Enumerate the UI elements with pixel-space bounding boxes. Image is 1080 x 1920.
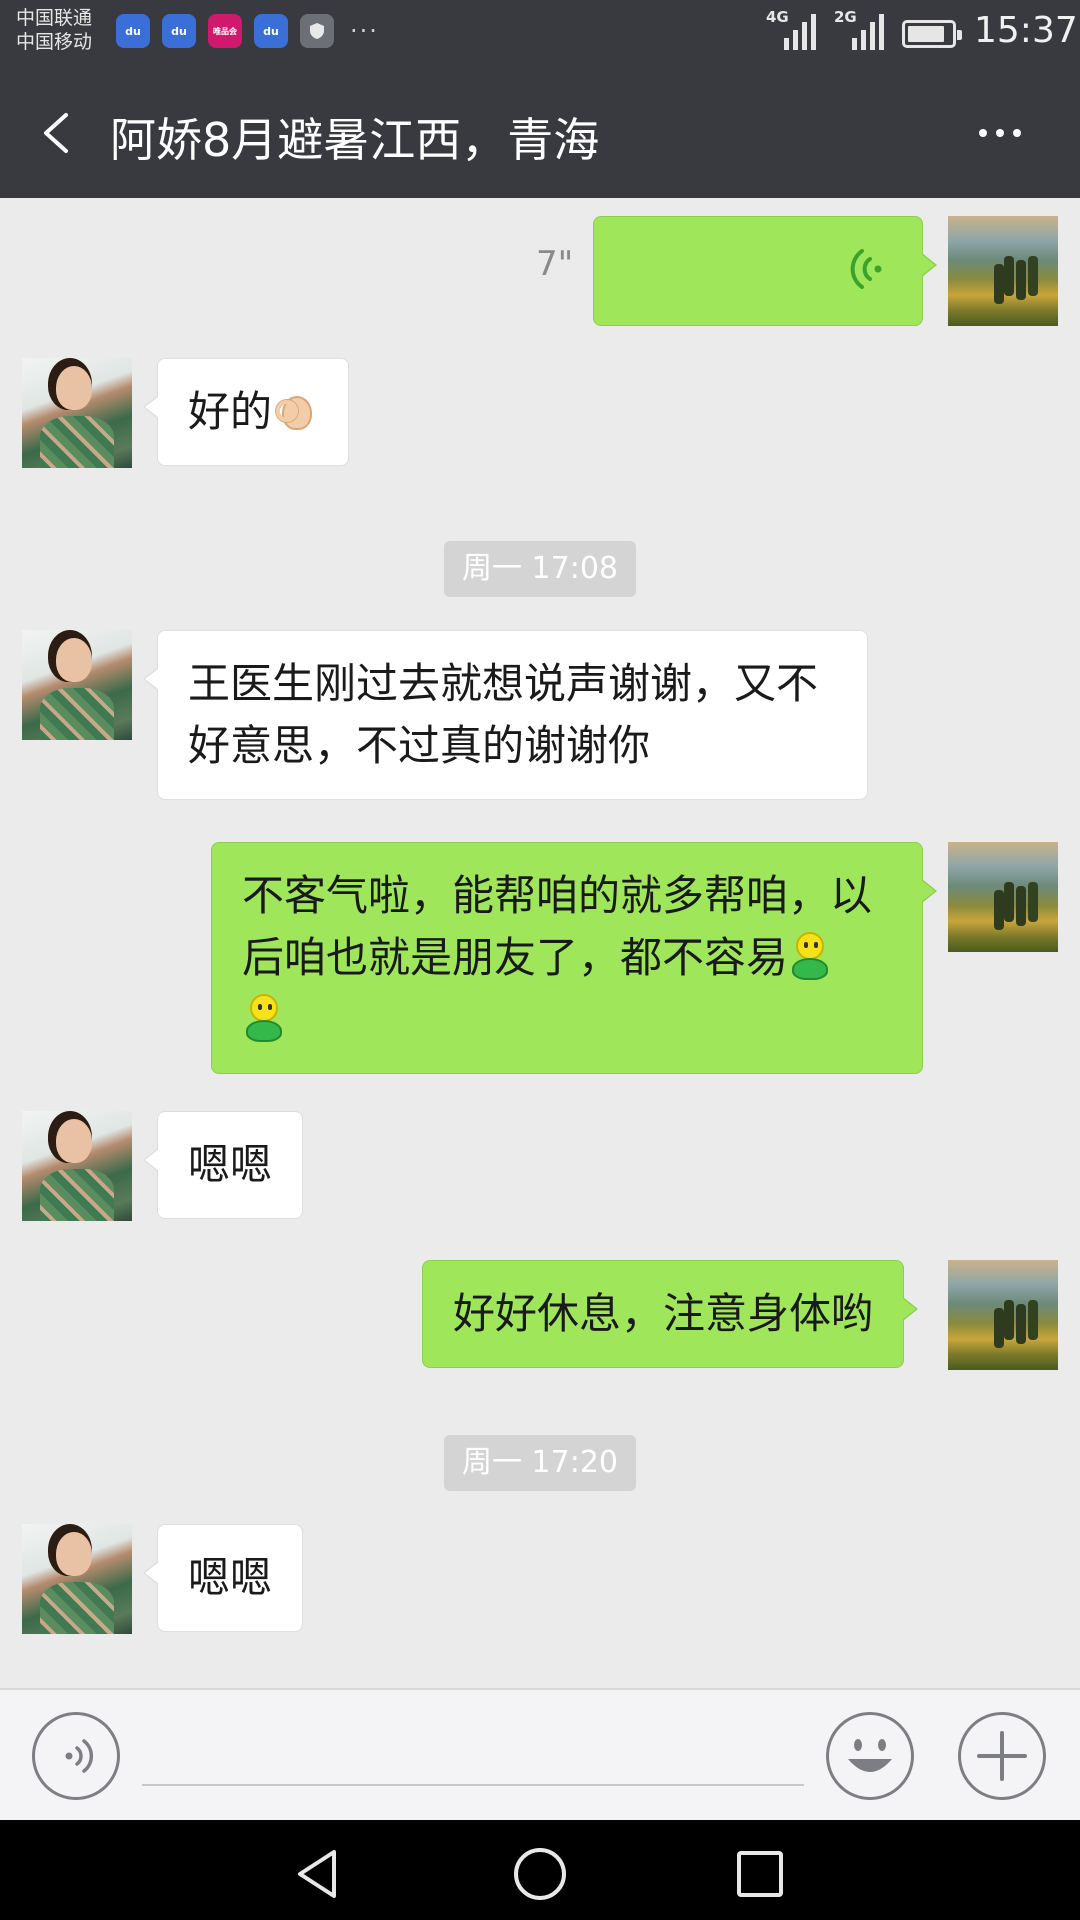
more-notifications-icon: ···	[350, 17, 379, 45]
system-nav-bar	[0, 1820, 1080, 1920]
message-text-line: 不客气啦，能帮咱的就多帮咱，以	[242, 871, 873, 920]
carrier-2: 中国移动	[16, 31, 93, 53]
back-button[interactable]	[30, 103, 90, 163]
notification-icons: du du 唯品会 du ···	[116, 14, 379, 48]
timestamp: 周一 17:08	[444, 541, 636, 597]
signal-2g-icon: 2G	[834, 8, 884, 50]
nav-home-button[interactable]	[510, 1844, 570, 1904]
voice-input-button[interactable]	[32, 1712, 120, 1800]
emoji-button[interactable]	[826, 1712, 914, 1800]
nav-back-button[interactable]	[290, 1844, 350, 1904]
battery-icon	[902, 20, 962, 48]
message-text-line: 王医生刚过去就想说声谢谢，又不	[188, 659, 819, 708]
chat-header: 阿娇8月避暑江西，青海	[0, 68, 1080, 198]
contact-avatar[interactable]	[22, 358, 132, 468]
message-text-line: 后咱也就是朋友了，都不容易	[242, 933, 789, 982]
contact-avatar[interactable]	[22, 1111, 132, 1221]
input-bar	[0, 1688, 1080, 1820]
message-bubble[interactable]: 嗯嗯	[142, 1111, 304, 1219]
network-2g-label: 2G	[834, 8, 857, 26]
contact-avatar[interactable]	[22, 1524, 132, 1634]
dot-icon	[979, 129, 987, 137]
message-text-line: 好意思，不过真的谢谢你	[188, 721, 651, 770]
circle-home-icon	[514, 1848, 566, 1900]
message-bubble[interactable]: 好的	[142, 358, 350, 466]
chat-title: 阿娇8月避暑江西，青海	[110, 113, 600, 167]
baidu-paw-icon: du	[254, 14, 288, 48]
smiley-face-icon	[848, 1739, 892, 1772]
smiley-guy-emoji	[242, 994, 286, 1044]
chevron-left-icon	[44, 113, 68, 153]
voice-wave-icon	[65, 1739, 94, 1773]
battery-level	[908, 26, 944, 42]
shield-icon	[300, 14, 334, 48]
message-text: 好的	[188, 387, 273, 436]
message-bubble[interactable]: 王医生刚过去就想说声谢谢，又不 好意思，不过真的谢谢你	[143, 630, 868, 800]
triangle-back-icon	[298, 1850, 336, 1898]
smiley-guy-emoji	[788, 932, 832, 982]
voice-message-bubble[interactable]	[593, 216, 937, 326]
message-text: 嗯嗯	[188, 1140, 273, 1189]
message-text: 好好休息，注意身体哟	[453, 1289, 874, 1338]
contact-avatar[interactable]	[22, 630, 132, 740]
voice-duration: 7"	[536, 244, 574, 284]
signal-4g-icon: 4G	[766, 8, 816, 50]
vipshop-icon: 唯品会	[208, 14, 242, 48]
my-avatar[interactable]	[948, 216, 1058, 326]
ok-hand-emoji	[272, 386, 318, 432]
message-input[interactable]	[142, 1720, 804, 1786]
status-bar: 中国联通 中国移动 du du 唯品会 du ··· 4G 2G 15:37	[0, 0, 1080, 68]
square-recents-icon	[737, 1851, 783, 1897]
baidu-paw-icon: du	[116, 14, 150, 48]
carrier-info: 中国联通 中国移动	[16, 6, 92, 54]
carrier-1: 中国联通	[16, 7, 93, 29]
voice-wave-icon	[850, 249, 882, 289]
my-avatar[interactable]	[948, 842, 1058, 952]
timestamp: 周一 17:20	[444, 1435, 636, 1491]
message-text: 嗯嗯	[188, 1553, 273, 1602]
message-bubble[interactable]: 嗯嗯	[142, 1524, 304, 1632]
clock: 15:37	[974, 10, 1078, 51]
more-options-button[interactable]	[970, 108, 1030, 158]
dot-icon	[1013, 129, 1021, 137]
nav-recents-button[interactable]	[730, 1844, 790, 1904]
message-bubble[interactable]: 不客气啦，能帮咱的就多帮咱，以 后咱也就是朋友了，都不容易	[211, 842, 937, 1074]
baidu-paw-icon: du	[162, 14, 196, 48]
plus-icon	[977, 1731, 1027, 1781]
message-bubble[interactable]: 好好休息，注意身体哟	[422, 1260, 919, 1368]
dot-icon	[996, 129, 1004, 137]
my-avatar[interactable]	[948, 1260, 1058, 1370]
more-functions-button[interactable]	[958, 1712, 1046, 1800]
network-4g-label: 4G	[766, 8, 789, 26]
